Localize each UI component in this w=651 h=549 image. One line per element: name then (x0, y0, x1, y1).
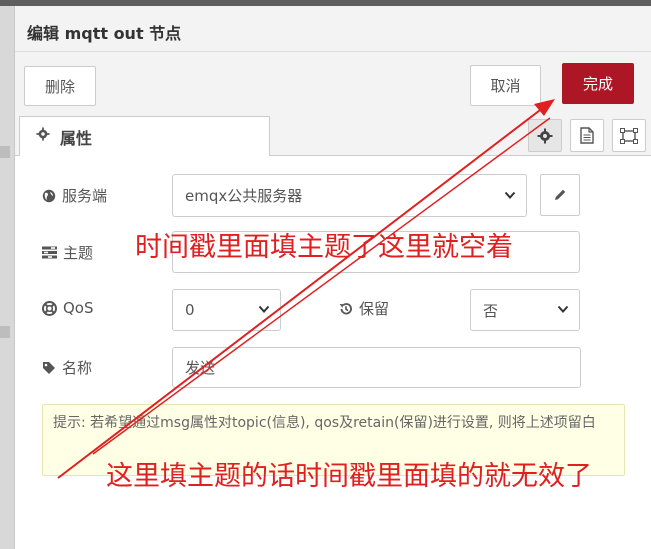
retain-value: 否 (483, 301, 499, 320)
retain-label-row: 保留 (339, 298, 389, 319)
edit-tray: 编辑 mqtt out 节点 删除 取消 完成 属性 服务端 emqx公共服务器… (14, 6, 651, 549)
server-select[interactable]: emqx公共服务器 (172, 174, 527, 217)
node-properties-button[interactable] (528, 119, 562, 152)
chevron-down-icon (504, 191, 516, 199)
qos-select[interactable]: 0 (172, 289, 281, 331)
done-button[interactable]: 完成 (562, 63, 634, 104)
chevron-down-icon (258, 305, 270, 313)
frame-icon (620, 127, 638, 144)
history-icon (339, 302, 352, 314)
life-ring-icon (42, 300, 57, 316)
tag-icon (43, 361, 55, 374)
name-label-row: 名称 (42, 357, 92, 378)
pencil-icon (555, 189, 566, 200)
workspace-marker (0, 146, 10, 158)
tray-toolbar: 删除 取消 完成 (15, 52, 651, 116)
name-value: 发送 (185, 359, 216, 377)
globe-icon (42, 189, 56, 202)
tab-properties-label: 属性 (60, 129, 93, 148)
name-label: 名称 (62, 359, 93, 377)
tray-title: 编辑 mqtt out 节点 (27, 24, 182, 43)
server-value: emqx公共服务器 (185, 187, 303, 205)
gear-icon (537, 128, 553, 143)
document-icon (580, 127, 594, 144)
name-input[interactable]: 发送 (172, 347, 581, 388)
tasks-icon (42, 246, 57, 259)
qos-label: QoS (63, 299, 94, 317)
cancel-button[interactable]: 取消 (470, 65, 541, 106)
properties-form: 服务端 emqx公共服务器 主题 QoS 0 保留 否 名称 发送 提示: 若希… (15, 156, 651, 549)
tip-box: 提示: 若希望通过msg属性对topic(信息), qos及retain(保留)… (42, 404, 625, 476)
edit-server-button[interactable] (540, 174, 580, 216)
server-label-row: 服务端 (42, 185, 107, 206)
workspace-edge (0, 6, 14, 549)
node-description-button[interactable] (570, 119, 604, 152)
server-label: 服务端 (62, 187, 108, 205)
topic-input[interactable] (172, 231, 580, 273)
delete-button[interactable]: 删除 (24, 66, 96, 106)
tab-bar: 属性 (15, 116, 651, 157)
node-appearance-button[interactable] (612, 119, 646, 152)
tray-header: 编辑 mqtt out 节点 (15, 6, 651, 52)
retain-label: 保留 (359, 300, 390, 318)
workspace-marker (0, 326, 10, 338)
topic-label-row: 主题 (42, 242, 93, 263)
topic-label: 主题 (63, 244, 94, 262)
retain-select[interactable]: 否 (470, 289, 580, 331)
chevron-down-icon (557, 305, 569, 313)
qos-label-row: QoS (42, 299, 94, 317)
qos-value: 0 (185, 301, 195, 319)
gear-icon (36, 127, 50, 141)
tab-properties[interactable]: 属性 (19, 116, 270, 157)
